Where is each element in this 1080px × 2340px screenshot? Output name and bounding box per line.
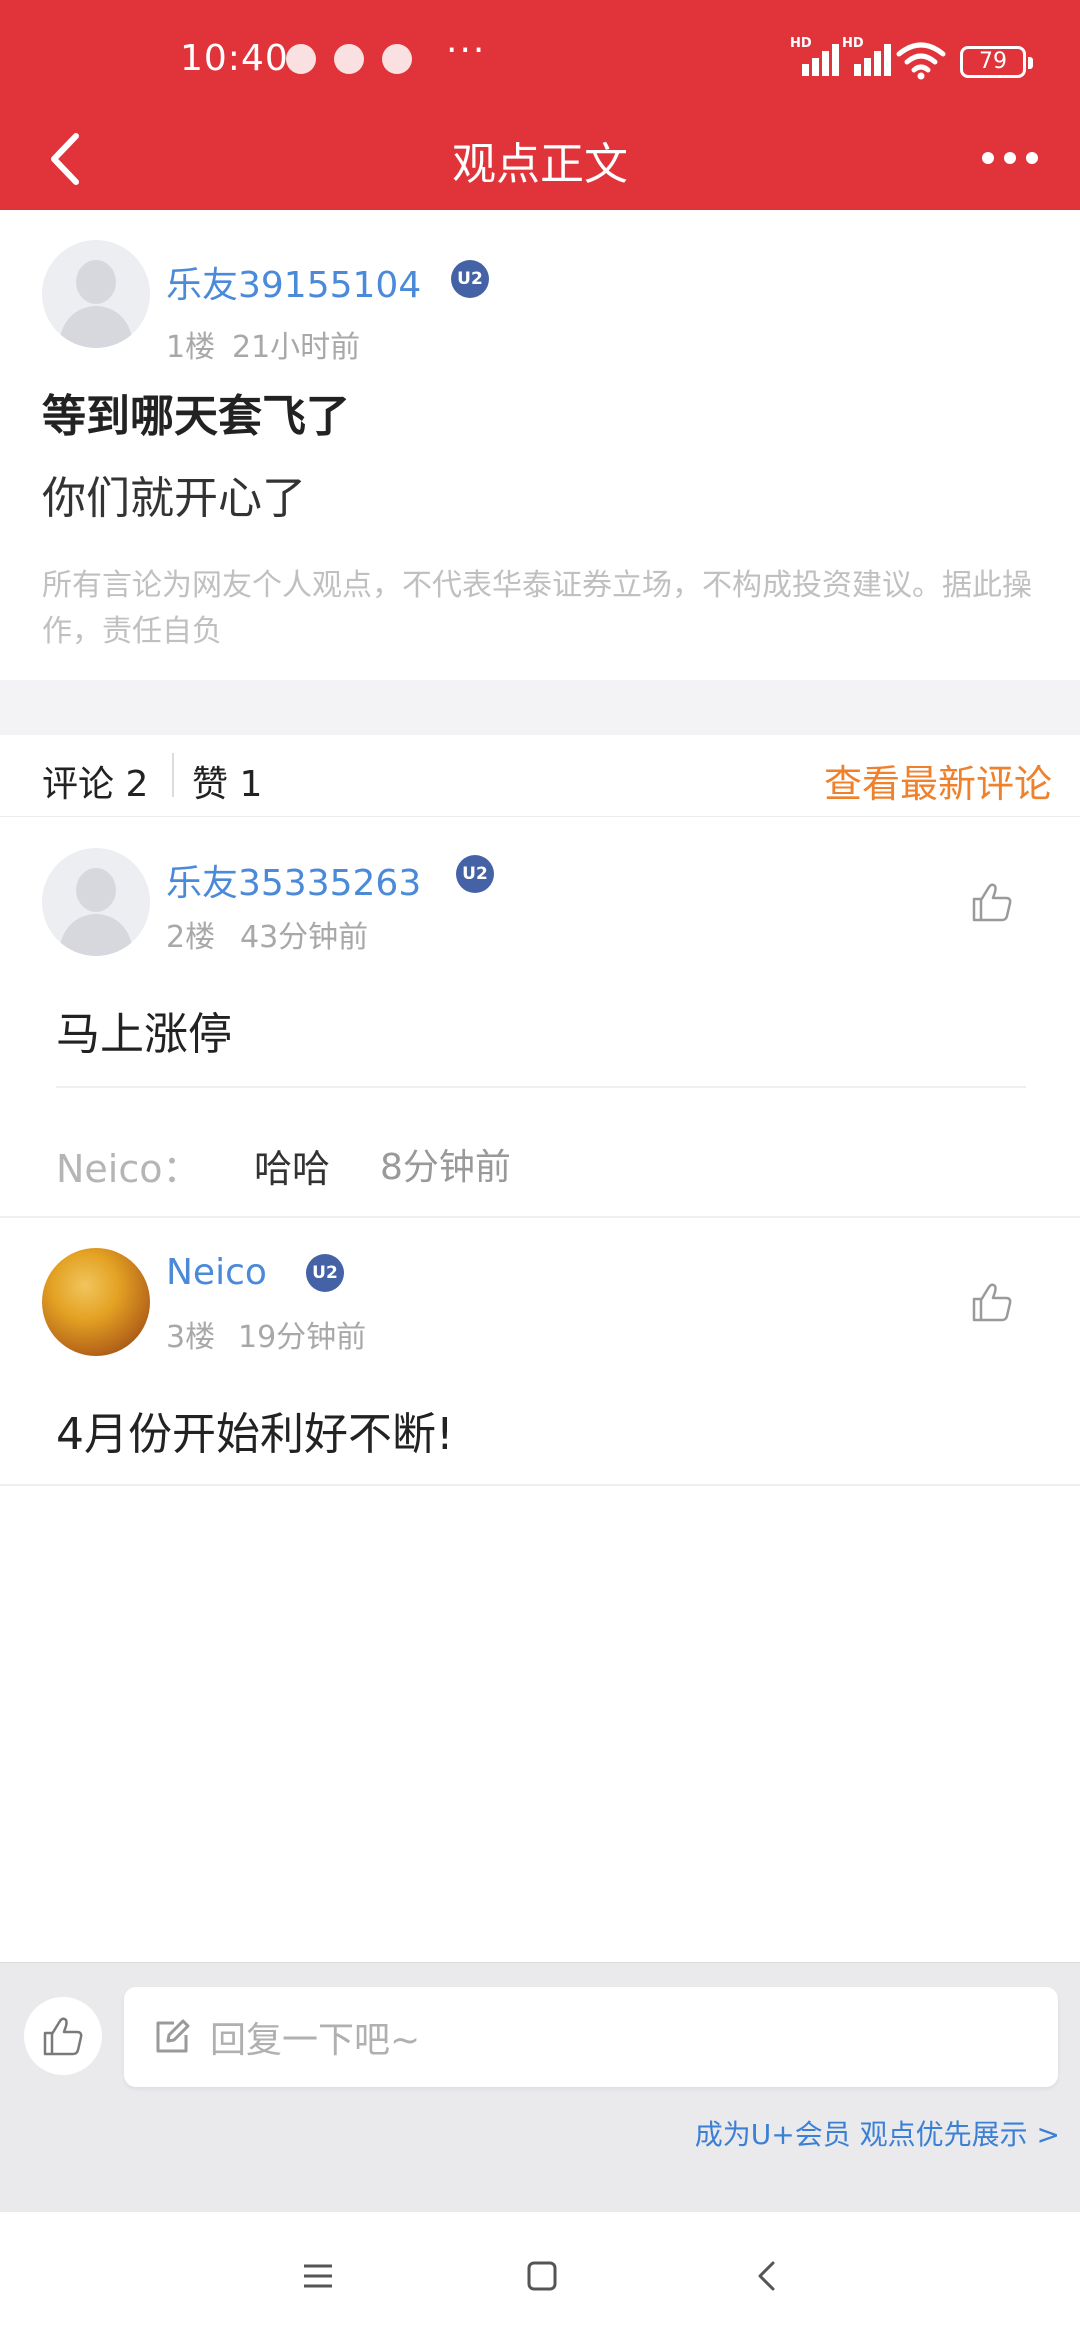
avatar[interactable]	[42, 1248, 150, 1356]
notification-icons	[286, 44, 412, 74]
reply-author[interactable]: Neico：	[56, 1138, 201, 1193]
signal-icon: HD	[842, 36, 894, 76]
thumbs-up-icon[interactable]	[970, 880, 1014, 924]
divider	[0, 1216, 1080, 1218]
like-post-button[interactable]	[24, 1997, 102, 2075]
user-level-badge: U2	[456, 855, 494, 893]
post-floor: 1楼	[166, 330, 216, 365]
avatar[interactable]	[42, 240, 150, 348]
comment-time: 19分钟前	[238, 1320, 367, 1355]
vip-upgrade-link[interactable]: 成为U+会员 观点优先展示 >	[695, 2113, 1060, 2153]
comment-text: 4月份开始利好不断!	[56, 1409, 454, 1460]
more-dots-icon[interactable]	[982, 138, 1052, 178]
post-body: 你们就开心了	[42, 473, 306, 524]
comment-tabs: 评论 2 赞 1 查看最新评论	[0, 735, 1080, 817]
tab-likes[interactable]: 赞 1	[192, 755, 262, 807]
status-more: ···	[446, 30, 487, 71]
reply-input[interactable]: 回复一下吧~	[124, 1987, 1058, 2087]
thumbs-up-icon	[43, 2017, 83, 2056]
system-nav-bar	[0, 2212, 1080, 2340]
comment-floor: 2楼	[166, 920, 216, 955]
post-time: 21小时前	[232, 330, 361, 365]
divider	[56, 1086, 1026, 1088]
comment-username[interactable]: Neico	[166, 1252, 267, 1293]
nav-back-icon[interactable]	[748, 2256, 788, 2296]
disclaimer-text: 所有言论为网友个人观点，不代表华泰证券立场，不构成投资建议。据此操作，责任自负	[42, 568, 1032, 649]
title-bar: 观点正文	[0, 110, 1080, 210]
hamburger-icon[interactable]	[298, 2256, 338, 2296]
comment-text: 马上涨停	[56, 1009, 232, 1060]
network-label: HD	[842, 36, 864, 51]
status-bar: 10:40 ··· HD HD 79	[0, 0, 1080, 124]
tab-separator	[172, 753, 174, 797]
divider	[0, 1484, 1080, 1486]
home-square-icon[interactable]	[522, 2256, 562, 2296]
notification-icon	[334, 44, 364, 74]
post-title: 等到哪天套飞了	[42, 391, 350, 442]
status-time: 10:40	[180, 38, 289, 79]
wifi-icon	[896, 42, 946, 80]
edit-icon	[156, 2019, 190, 2053]
reply-input-placeholder: 回复一下吧~	[210, 2020, 421, 2061]
signal-icon: HD	[790, 36, 842, 76]
notification-icon	[286, 44, 316, 74]
comment-username[interactable]: 乐友35335263	[166, 854, 421, 906]
section-divider	[0, 680, 1080, 735]
battery-indicator: 79	[960, 46, 1033, 78]
view-latest-comments-link[interactable]: 查看最新评论	[824, 753, 1052, 808]
avatar[interactable]	[42, 848, 150, 956]
user-level-badge: U2	[306, 1254, 344, 1292]
thumbs-up-icon[interactable]	[970, 1280, 1014, 1324]
notification-icon	[382, 44, 412, 74]
network-label: HD	[790, 36, 812, 51]
user-level-badge: U2	[451, 260, 489, 298]
comment-time: 43分钟前	[240, 920, 369, 955]
top-bar: 10:40 ··· HD HD 79 观点正文	[0, 0, 1080, 210]
comment-floor: 3楼	[166, 1320, 216, 1355]
post-username[interactable]: 乐友39155104	[166, 256, 421, 308]
reply-time: 8分钟前	[380, 1147, 511, 1188]
reply-panel: 回复一下吧~ 成为U+会员 观点优先展示 >	[0, 1962, 1080, 2212]
page-title: 观点正文	[452, 139, 628, 190]
reply-text: 哈哈	[254, 1147, 331, 1191]
tab-comments[interactable]: 评论 2	[42, 755, 148, 807]
